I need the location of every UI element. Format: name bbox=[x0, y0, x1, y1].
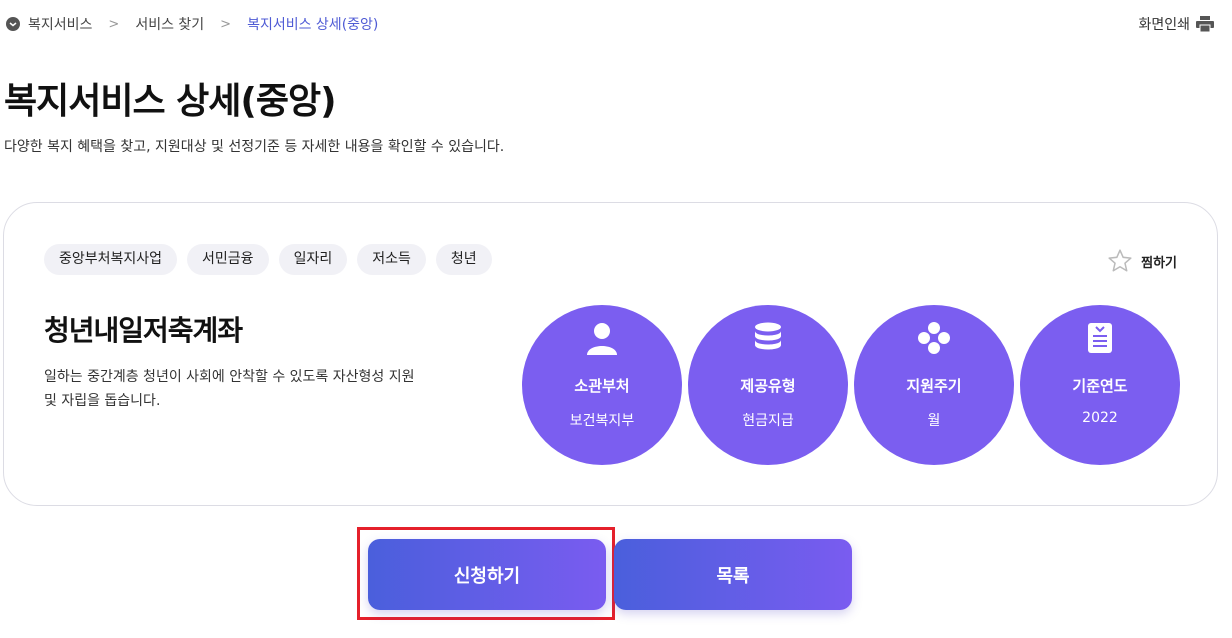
info-label: 소관부처 bbox=[574, 377, 630, 395]
tag-list: 중앙부처복지사업 서민금융 일자리 저소득 청년 bbox=[44, 244, 492, 275]
apply-button[interactable]: 신청하기 bbox=[368, 539, 606, 610]
tag: 중앙부처복지사업 bbox=[44, 244, 178, 275]
info-base-year: 기준연도 2022 bbox=[1020, 305, 1180, 465]
clipboard-icon bbox=[1088, 323, 1112, 353]
info-department: 소관부처 보건복지부 bbox=[522, 305, 682, 465]
print-label: 화면인쇄 bbox=[1138, 17, 1190, 33]
cycle-dots-icon bbox=[918, 322, 950, 354]
info-support-cycle: 지원주기 월 bbox=[854, 305, 1014, 465]
service-description: 일하는 중간계층 청년이 사회에 안착할 수 있도록 자산형성 지원 및 자립을… bbox=[44, 369, 415, 409]
breadcrumb-item-find[interactable]: 서비스 찾기 bbox=[135, 14, 204, 34]
info-label: 제공유형 bbox=[740, 377, 796, 395]
breadcrumb-item-welfare[interactable]: 복지서비스 bbox=[28, 14, 92, 34]
info-provision-type: 제공유형 현금지급 bbox=[688, 305, 848, 465]
info-label: 지원주기 bbox=[906, 377, 962, 395]
info-value: 보건복지부 bbox=[569, 413, 635, 429]
person-icon bbox=[587, 323, 617, 355]
breadcrumb-separator: > bbox=[220, 16, 232, 32]
breadcrumb: 복지서비스 > 서비스 찾기 > 복지서비스 상세(중앙) bbox=[6, 14, 378, 34]
tag: 서민금융 bbox=[187, 244, 269, 275]
service-title: 청년내일저축계좌 bbox=[44, 314, 243, 347]
home-icon[interactable] bbox=[6, 17, 20, 31]
printer-icon bbox=[1196, 16, 1214, 32]
info-label: 기준연도 bbox=[1072, 377, 1128, 395]
page-description: 다양한 복지 혜택을 찾고, 지원대상 및 선정기준 등 자세한 내용을 확인할… bbox=[4, 139, 505, 155]
breadcrumb-separator: > bbox=[108, 16, 120, 32]
favorite-button[interactable]: 찜하기 bbox=[1107, 248, 1177, 274]
service-info-list: 소관부처 보건복지부 제공유형 현금지급 지원주기 월 기준연도 2022 bbox=[522, 305, 1180, 465]
info-value: 현금지급 bbox=[742, 413, 794, 429]
list-button[interactable]: 목록 bbox=[614, 539, 852, 610]
favorite-label: 찜하기 bbox=[1141, 255, 1177, 271]
tag: 청년 bbox=[435, 244, 492, 275]
tag: 저소득 bbox=[357, 244, 426, 275]
breadcrumb-item-current: 복지서비스 상세(중앙) bbox=[247, 17, 379, 33]
coin-stack-icon bbox=[755, 322, 781, 350]
print-button[interactable]: 화면인쇄 bbox=[1138, 14, 1214, 34]
page-title: 복지서비스 상세(중앙) bbox=[4, 81, 337, 122]
tag: 일자리 bbox=[278, 244, 348, 275]
service-detail-card: 중앙부처복지사업 서민금융 일자리 저소득 청년 찜하기 청년내일저축계좌 일하… bbox=[3, 202, 1218, 506]
info-value: 월 bbox=[927, 413, 941, 429]
info-value: 2022 bbox=[1082, 410, 1118, 426]
star-icon bbox=[1108, 249, 1132, 272]
